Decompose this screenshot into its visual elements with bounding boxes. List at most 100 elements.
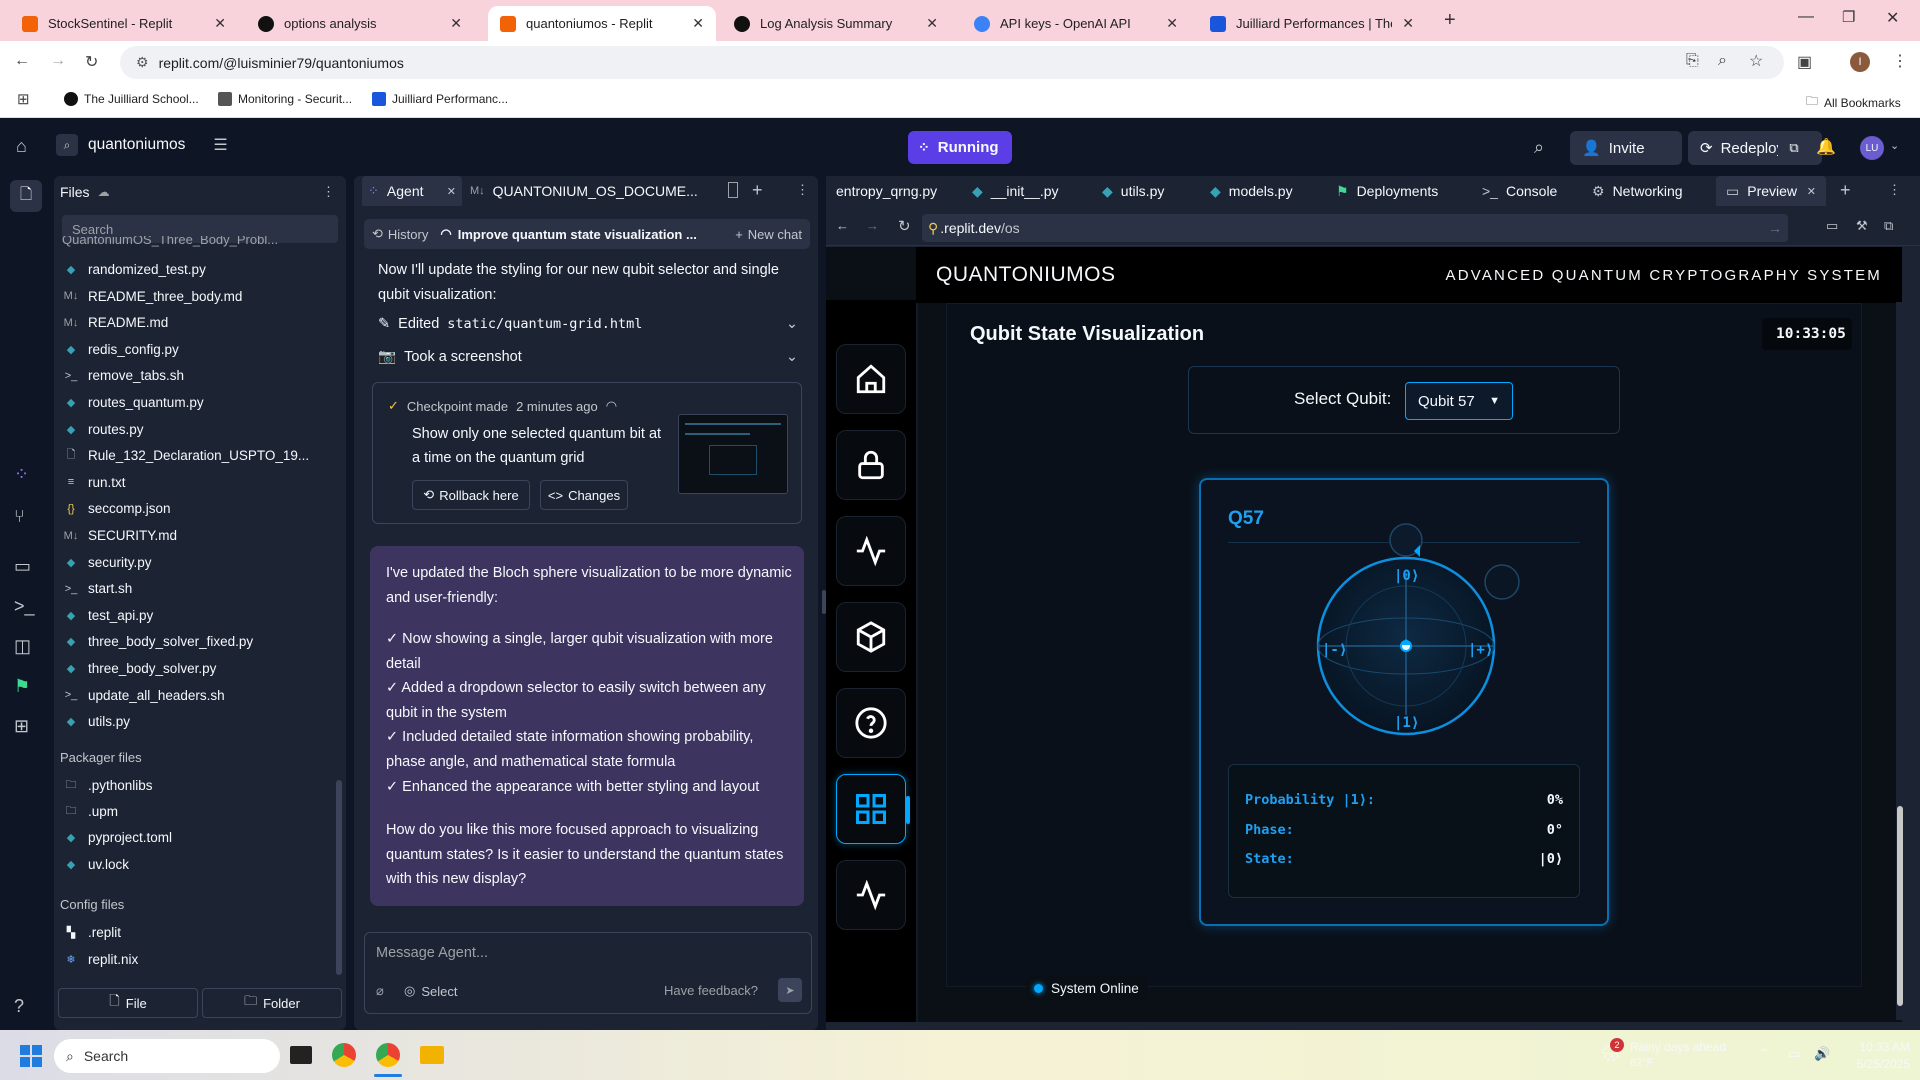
browser-tab[interactable]: options analysis ✕ <box>246 6 474 41</box>
apps-grid-icon[interactable]: ⊞ <box>17 90 30 108</box>
file-tree-item[interactable]: {} seccomp.json <box>64 501 170 516</box>
install-app-icon[interactable]: ⎘ <box>1686 52 1699 70</box>
console-icon[interactable]: >_ <box>14 596 35 617</box>
all-tools-icon[interactable]: ⊞ <box>14 716 29 737</box>
bookmark-item[interactable]: Monitoring - Securit... <box>218 92 352 106</box>
tab-models[interactable]: ◆ models.py <box>1200 176 1303 206</box>
side-panel-icon[interactable]: ▣ <box>1797 52 1812 72</box>
tab-document[interactable]: M↓ QUANTONIUM_OS_DOCUME... <box>470 176 698 206</box>
preview-scrollbar-thumb[interactable] <box>1897 806 1903 1006</box>
close-icon[interactable]: ✕ <box>447 185 456 198</box>
user-avatar[interactable]: LU <box>1860 136 1884 160</box>
add-tab-plus-icon[interactable]: + <box>1840 180 1851 201</box>
new-file-button[interactable]: 🗋 File <box>58 988 198 1018</box>
file-tree-item[interactable]: M↓ README_three_body.md <box>64 289 243 304</box>
more-options-icon[interactable]: ⋮ <box>1888 182 1901 198</box>
file-tree-item[interactable]: ▚ .replit <box>64 925 121 940</box>
close-icon[interactable]: ✕ <box>1807 185 1816 198</box>
add-tab-plus-icon[interactable]: + <box>752 180 763 201</box>
database-icon[interactable]: ◫ <box>14 636 31 657</box>
chevron-up-icon[interactable]: ⌃ <box>1758 1046 1769 1062</box>
bookmark-star-icon[interactable]: ☆ <box>1749 51 1763 71</box>
deploy-options-icon[interactable]: ⧉ <box>1778 131 1810 165</box>
tab-utils[interactable]: ◆ utils.py <box>1092 176 1174 206</box>
browser-menu-icon[interactable]: ⋮ <box>1892 51 1908 71</box>
preview-url-input[interactable]: ⚲ .replit.dev/os → <box>922 214 1788 242</box>
address-bar[interactable]: ⚙ replit.com/@luisminier79/quantoniumos <box>120 46 1784 79</box>
bell-icon[interactable]: 🔔 <box>1816 137 1836 157</box>
layout-icon[interactable]: ☰ <box>213 135 227 155</box>
file-tree-item[interactable]: ◆ three_body_solver.py <box>64 661 217 676</box>
file-tree-item[interactable]: 🗋 Rule_132_Declaration_USPTO_19... <box>64 448 310 463</box>
taskbar-time[interactable]: 10:33 AM <box>1850 1040 1910 1054</box>
nav-cube-button[interactable] <box>836 602 906 672</box>
search-icon[interactable]: ⌕ <box>1534 137 1544 158</box>
screenshot-row[interactable]: 📷 Took a screenshot ⌄ <box>378 348 798 366</box>
file-tree-item[interactable]: M↓ SECURITY.md <box>64 528 177 543</box>
file-tree-item[interactable]: >_ remove_tabs.sh <box>64 368 184 383</box>
chevron-down-icon[interactable]: ⌄ <box>786 349 798 365</box>
nav-help-button[interactable] <box>836 688 906 758</box>
scrollbar[interactable] <box>336 780 342 975</box>
bookmark-item[interactable]: Juilliard Performanc... <box>372 92 508 106</box>
tab-entropy-qrng[interactable]: entropy_qrng.py <box>826 176 947 206</box>
nav-grid-button[interactable] <box>836 774 906 844</box>
network-icon[interactable]: ▭ <box>1788 1046 1800 1062</box>
reload-icon[interactable]: ↻ <box>85 52 98 72</box>
chrome-icon[interactable] <box>332 1043 356 1067</box>
tab-overflow-icon[interactable] <box>728 182 738 198</box>
open-new-window-icon[interactable]: ⧉ <box>1884 218 1893 234</box>
bookmark-item[interactable]: The Juilliard School... <box>64 92 199 106</box>
file-tree-item[interactable]: ≡ run.txt <box>64 475 126 490</box>
git-icon[interactable]: ⑂ <box>14 506 25 527</box>
file-tree-item[interactable]: ◆ utils.py <box>64 714 130 729</box>
monitor-icon[interactable]: ▭ <box>14 556 31 577</box>
nav-home-button[interactable] <box>836 344 906 414</box>
back-arrow-icon[interactable]: ← <box>14 52 30 70</box>
agent-icon[interactable]: ⁘ <box>14 464 29 485</box>
browser-tab[interactable]: API keys - OpenAI API ✕ <box>962 6 1190 41</box>
minimize-icon[interactable]: — <box>1798 8 1814 26</box>
checkpoint-thumbnail[interactable] <box>678 414 788 494</box>
devtools-icon[interactable]: ▭ <box>1826 218 1838 234</box>
deploy-icon[interactable]: ⚑ <box>14 676 30 697</box>
more-options-icon[interactable]: ⋮ <box>796 182 809 198</box>
chrome-profile-icon[interactable] <box>376 1043 400 1067</box>
close-icon[interactable]: ✕ <box>214 15 226 32</box>
forward-arrow-icon[interactable]: → <box>50 52 66 70</box>
window-close-icon[interactable]: ✕ <box>1886 8 1899 28</box>
file-tree-item[interactable]: >_ start.sh <box>64 581 133 596</box>
reload-icon[interactable]: ↻ <box>898 217 911 235</box>
wrench-icon[interactable]: ⚒ <box>1856 218 1868 234</box>
home-icon[interactable]: ⌂ <box>16 136 27 157</box>
browser-tab-active[interactable]: quantoniumos - Replit ✕ <box>488 6 716 41</box>
all-bookmarks[interactable]: 🗀 All Bookmarks <box>1806 92 1901 113</box>
tab-agent[interactable]: ⁘ Agent ✕ <box>362 176 462 206</box>
task-view-icon[interactable] <box>290 1046 312 1064</box>
file-tree-item[interactable]: 🗀 .upm <box>64 804 119 819</box>
taskbar-search[interactable]: ⌕ Search <box>54 1039 280 1073</box>
edited-file-row[interactable]: ✎ Edited static/quantum-grid.html ⌄ <box>378 316 798 332</box>
new-folder-button[interactable]: 🗀 Folder <box>202 988 342 1018</box>
file-tree-item[interactable]: ◆ routes_quantum.py <box>64 395 204 410</box>
file-tree-item[interactable]: 🗀 .pythonlibs <box>64 778 153 793</box>
nav-monitor-button[interactable] <box>836 860 906 930</box>
paperclip-icon[interactable]: ⌀ <box>376 983 384 999</box>
changes-button[interactable]: <> Changes <box>540 480 628 510</box>
tab-preview[interactable]: ▭ Preview ✕ <box>1716 176 1826 206</box>
profile-avatar[interactable]: I <box>1850 52 1870 72</box>
new-chat-button[interactable]: + New chat <box>735 227 802 242</box>
files-tool-icon[interactable]: 🗋 <box>10 180 42 212</box>
file-tree-item[interactable]: ◆ redis_config.py <box>64 342 179 357</box>
close-icon[interactable]: ✕ <box>450 15 462 32</box>
run-button[interactable]: ⁘ Running <box>908 131 1012 164</box>
chevron-down-icon[interactable]: ⌄ <box>786 316 798 332</box>
file-tree-item[interactable]: ❄ replit.nix <box>64 952 138 967</box>
file-tree-item[interactable]: ◆ randomized_test.py <box>64 262 206 277</box>
close-icon[interactable]: ✕ <box>1166 15 1178 32</box>
file-tree-item[interactable]: ◆ routes.py <box>64 422 144 437</box>
volume-icon[interactable]: 🔊 <box>1814 1046 1830 1062</box>
close-icon[interactable]: ✕ <box>926 15 938 32</box>
new-tab-plus-icon[interactable]: + <box>1444 9 1456 32</box>
close-icon[interactable]: ✕ <box>692 15 704 32</box>
